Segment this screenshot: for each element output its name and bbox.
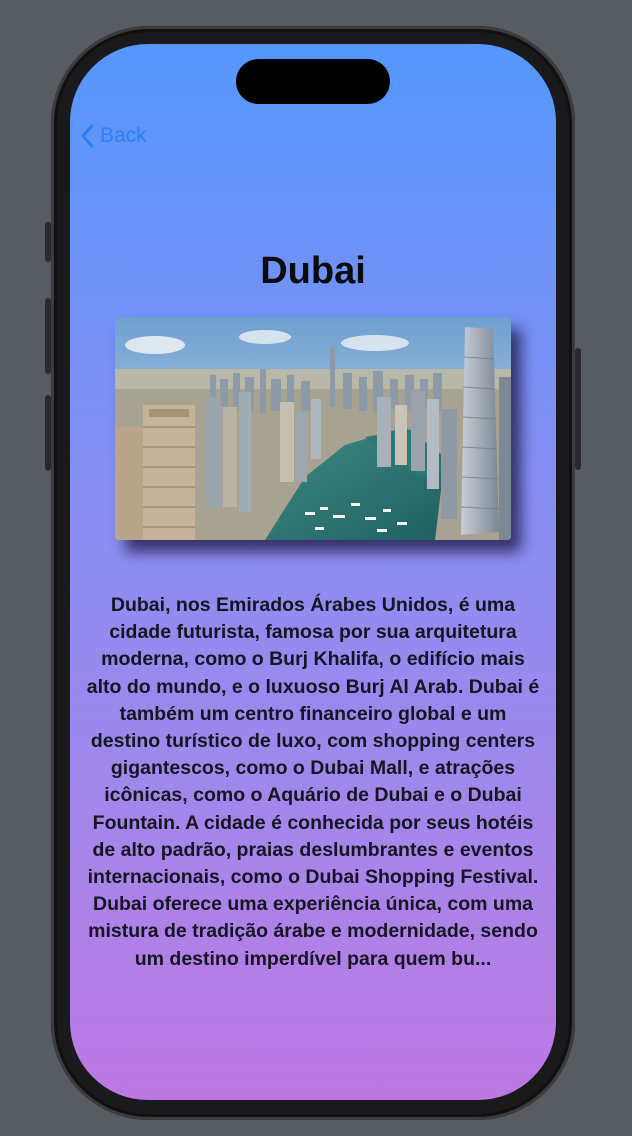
dubai-marina-photo (115, 317, 511, 540)
back-label: Back (100, 124, 147, 147)
city-title: Dubai (260, 250, 366, 292)
dynamic-island (236, 59, 390, 104)
action-button (45, 222, 51, 262)
app-screen: Back Dubai Dubai, nos Emirados Árabes Un… (70, 44, 556, 1100)
chevron-left-icon (80, 124, 94, 148)
simulator-stage: Back Dubai Dubai, nos Emirados Árabes Un… (0, 0, 632, 1136)
volume-up-button (45, 298, 51, 374)
back-button[interactable]: Back (80, 124, 147, 148)
city-image (115, 317, 511, 540)
volume-down-button (45, 395, 51, 471)
city-description: Dubai, nos Emirados Árabes Unidos, é uma… (86, 594, 540, 970)
power-button (575, 348, 581, 470)
